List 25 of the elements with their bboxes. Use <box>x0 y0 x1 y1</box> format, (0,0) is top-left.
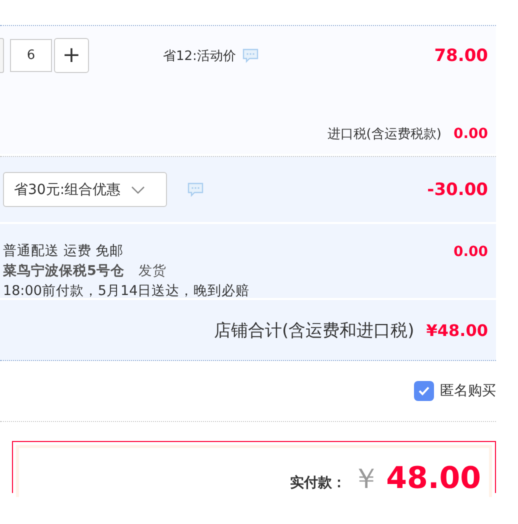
discount-amount: -30.00 <box>427 180 488 200</box>
import-tax-amount: 0.00 <box>453 126 488 142</box>
stepper-button[interactable] <box>0 38 4 73</box>
checkmark-icon <box>418 386 430 396</box>
dispatch-label: 发货 <box>138 263 166 279</box>
shop-total-label: 店铺合计(含运费和进口税) <box>214 320 414 342</box>
import-tax-label: 进口税(含运费税款) <box>327 126 442 143</box>
shipping-amount: 0.00 <box>453 244 488 262</box>
item-price: 78.00 <box>434 46 488 66</box>
comment-icon[interactable] <box>187 182 204 197</box>
delivery-note: 18:00前付款，5月14日送达，晚到必赔 <box>3 284 250 299</box>
payment-label: 实付款： <box>290 474 346 492</box>
currency-symbol: ￥ <box>352 463 380 495</box>
shop-total-amount: ¥48.00 <box>426 320 488 340</box>
comment-icon[interactable] <box>242 48 259 63</box>
anonymous-label: 匿名购买 <box>440 382 496 400</box>
quantity-field[interactable]: 6 <box>10 39 52 72</box>
chevron-icon <box>130 186 145 194</box>
shipping-method: 普通配送 运费 免邮 <box>3 244 125 259</box>
checkbox[interactable] <box>414 381 434 401</box>
increment-button[interactable]: + <box>54 38 89 73</box>
payment-amount: 48.00 <box>386 463 481 495</box>
warehouse-name: 菜鸟宁波保税5号仓 <box>3 263 124 279</box>
promotion-label: 省12:活动价 <box>163 48 236 64</box>
discount-dropdown[interactable]: 省30元:组合优惠 <box>3 172 167 207</box>
